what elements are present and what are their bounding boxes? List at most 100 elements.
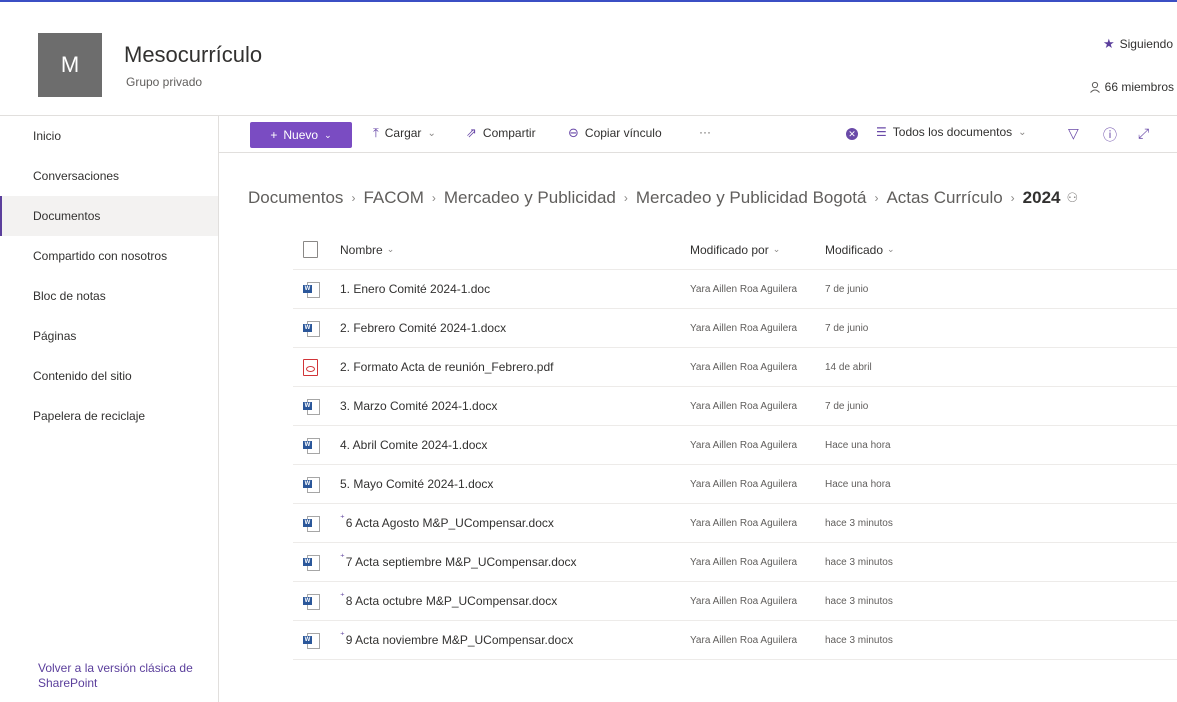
table-row[interactable]: W ⁺ 9 Acta noviembre M&P_UCompensar.docx… [293,621,1177,660]
nav-item-paginas[interactable]: Páginas [0,316,218,356]
chevron-right-icon: › [431,191,436,205]
modified-cell: 7 de junio [825,283,869,295]
members-label: 66 miembros [1104,80,1174,94]
nav-item-documentos[interactable]: Documentos [0,196,218,236]
breadcrumb-item[interactable]: Mercadeo y Publicidad Bogotá [636,188,867,208]
file-type-icon [303,241,318,258]
new-button[interactable]: + Nuevo ⌄ [250,122,352,148]
document-list: Nombre ⌄ Modificado por ⌄ Modificado ⌄ W 1.… [293,230,1177,660]
site-privacy-label: Grupo privado [126,75,203,89]
chevron-down-icon: ⌄ [427,127,436,139]
column-header-modified-label: Modificado [825,242,884,257]
breadcrumb-item[interactable]: Mercadeo y Publicidad [444,188,616,208]
word-file-icon: W [303,621,320,659]
table-row[interactable]: W 2. Febrero Comité 2024-1.docx Yara Ail… [293,309,1177,348]
site-logo[interactable]: M [38,33,102,97]
upload-icon: ⤒ [373,125,379,140]
table-row[interactable]: W 1. Enero Comité 2024-1.doc Yara Aillen… [293,270,1177,309]
chevron-right-icon: › [623,191,628,205]
chevron-right-icon: › [874,191,879,205]
new-item-icon: ⁺ [340,512,345,523]
word-file-icon: W [303,465,320,503]
table-row[interactable]: W ⁺ 7 Acta septiembre M&P_UCompensar.doc… [293,543,1177,582]
more-button[interactable]: ··· [699,125,711,139]
nav-item-bloc-de-notas[interactable]: Bloc de notas [0,276,218,316]
table-row[interactable]: 2. Formato Acta de reunión_Febrero.pdf Y… [293,348,1177,387]
upload-label: Cargar [384,126,422,140]
new-button-label: Nuevo [283,128,319,142]
left-navigation: Inicio Conversaciones Documentos Compart… [0,116,219,702]
modified-cell: 14 de abril [825,361,872,373]
table-row[interactable]: W ⁺ 6 Acta Agosto M&P_UCompensar.docx Ya… [293,504,1177,543]
upload-button[interactable]: ⤒ Cargar ⌄ [373,125,436,141]
column-header-modified-by-label: Modificado por [690,242,769,257]
breadcrumb-current: 2024 [1022,188,1061,207]
table-row[interactable]: W ⁺ 8 Acta octubre M&P_UCompensar.docx Y… [293,582,1177,621]
file-name-link[interactable]: 9 Acta noviembre M&P_UCompensar.docx [346,633,573,647]
modified-cell: hace 3 minutos [825,595,893,607]
file-name-link[interactable]: 5. Mayo Comité 2024-1.docx [340,465,493,503]
chevron-down-icon: ⌄ [887,244,895,254]
nav-item-inicio[interactable]: Inicio [0,116,218,156]
breadcrumb: Documentos › FACOM › Mercadeo y Publicid… [248,188,1078,208]
word-file-icon: W [303,504,320,542]
share-label: Compartir [482,126,536,140]
new-item-icon: ⁺ [340,551,345,562]
copy-link-button[interactable]: ⊖ Copiar vínculo [568,125,662,141]
nav-item-compartido[interactable]: Compartido con nosotros [0,236,218,276]
file-name-link[interactable]: 2. Formato Acta de reunión_Febrero.pdf [340,348,553,386]
modified-by-cell: Yara Aillen Roa Aguilera [690,517,798,529]
file-name-link[interactable]: 6 Acta Agosto M&P_UCompensar.docx [346,516,554,530]
view-label: Todos los documentos [892,125,1013,139]
follow-label: Siguiendo [1119,37,1173,51]
file-name-link[interactable]: 7 Acta septiembre M&P_UCompensar.docx [346,555,577,569]
breadcrumb-item[interactable]: FACOM [363,188,423,208]
nav-item-contenido-del-sitio[interactable]: Contenido del sitio [0,356,218,396]
file-name-link[interactable]: 1. Enero Comité 2024-1.doc [340,270,490,308]
file-name-cell[interactable]: ⁺ 7 Acta septiembre M&P_UCompensar.docx [340,543,577,581]
modified-by-cell: Yara Aillen Roa Aguilera [690,478,798,490]
file-name-link[interactable]: 3. Marzo Comité 2024-1.docx [340,387,497,425]
chevron-down-icon: ⌄ [772,244,781,254]
word-file-icon: W [303,426,320,464]
breadcrumb-item[interactable]: Documentos [248,188,343,208]
file-name-link[interactable]: 2. Febrero Comité 2024-1.docx [340,309,506,347]
copy-link-label: Copiar vínculo [584,126,662,140]
nav-item-conversaciones[interactable]: Conversaciones [0,156,218,196]
nav-item-papelera[interactable]: Papelera de reciclaje [0,396,218,436]
table-row[interactable]: W 3. Marzo Comité 2024-1.docx Yara Aille… [293,387,1177,426]
file-name-link[interactable]: 4. Abril Comite 2024-1.docx [340,426,487,464]
follow-button[interactable]: ★ Siguiendo [1103,36,1173,52]
clear-filter-icon[interactable]: ✕ [846,128,858,140]
share-icon: ⇗ [466,125,477,140]
column-header-name[interactable]: Nombre ⌄ [340,230,394,269]
breadcrumb-item[interactable]: Actas Currículo [886,188,1002,208]
person-icon [1089,81,1100,93]
file-name-link[interactable]: 8 Acta octubre M&P_UCompensar.docx [346,594,557,608]
plus-icon: + [270,128,278,142]
site-title[interactable]: Mesocurrículo [124,42,262,68]
file-name-cell[interactable]: ⁺ 8 Acta octubre M&P_UCompensar.docx [340,582,557,620]
file-type-header[interactable] [303,230,318,269]
column-header-modified[interactable]: Modificado ⌄ [825,230,895,269]
link-icon: ⊖ [568,125,579,140]
filter-icon[interactable]: ▽ [1068,125,1079,142]
word-file-icon: W [303,387,320,425]
modified-by-cell: Yara Aillen Roa Aguilera [690,634,798,646]
classic-experience-link[interactable]: Volver a la versión clásica de SharePoin… [38,661,208,691]
table-row[interactable]: W 4. Abril Comite 2024-1.docx Yara Aille… [293,426,1177,465]
file-name-cell[interactable]: ⁺ 9 Acta noviembre M&P_UCompensar.docx [340,621,573,659]
modified-cell: Hace una hora [825,478,891,490]
file-name-cell[interactable]: ⁺ 6 Acta Agosto M&P_UCompensar.docx [340,504,554,542]
chevron-down-icon: ⌄ [386,244,395,254]
info-icon[interactable]: ⓘ [1103,125,1117,145]
share-button[interactable]: ⇗ Compartir [466,125,536,141]
view-switcher[interactable]: ☰ Todos los documentos ⌄ [876,125,1027,139]
modified-cell: 7 de junio [825,322,869,334]
column-header-modified-by[interactable]: Modificado por ⌄ [690,230,780,269]
expand-icon[interactable]: ⤢ [1138,125,1149,142]
word-file-icon: W [303,309,320,347]
word-file-icon: W [303,582,320,620]
table-row[interactable]: W 5. Mayo Comité 2024-1.docx Yara Aillen… [293,465,1177,504]
members-button[interactable]: 66 miembros [1089,80,1174,94]
